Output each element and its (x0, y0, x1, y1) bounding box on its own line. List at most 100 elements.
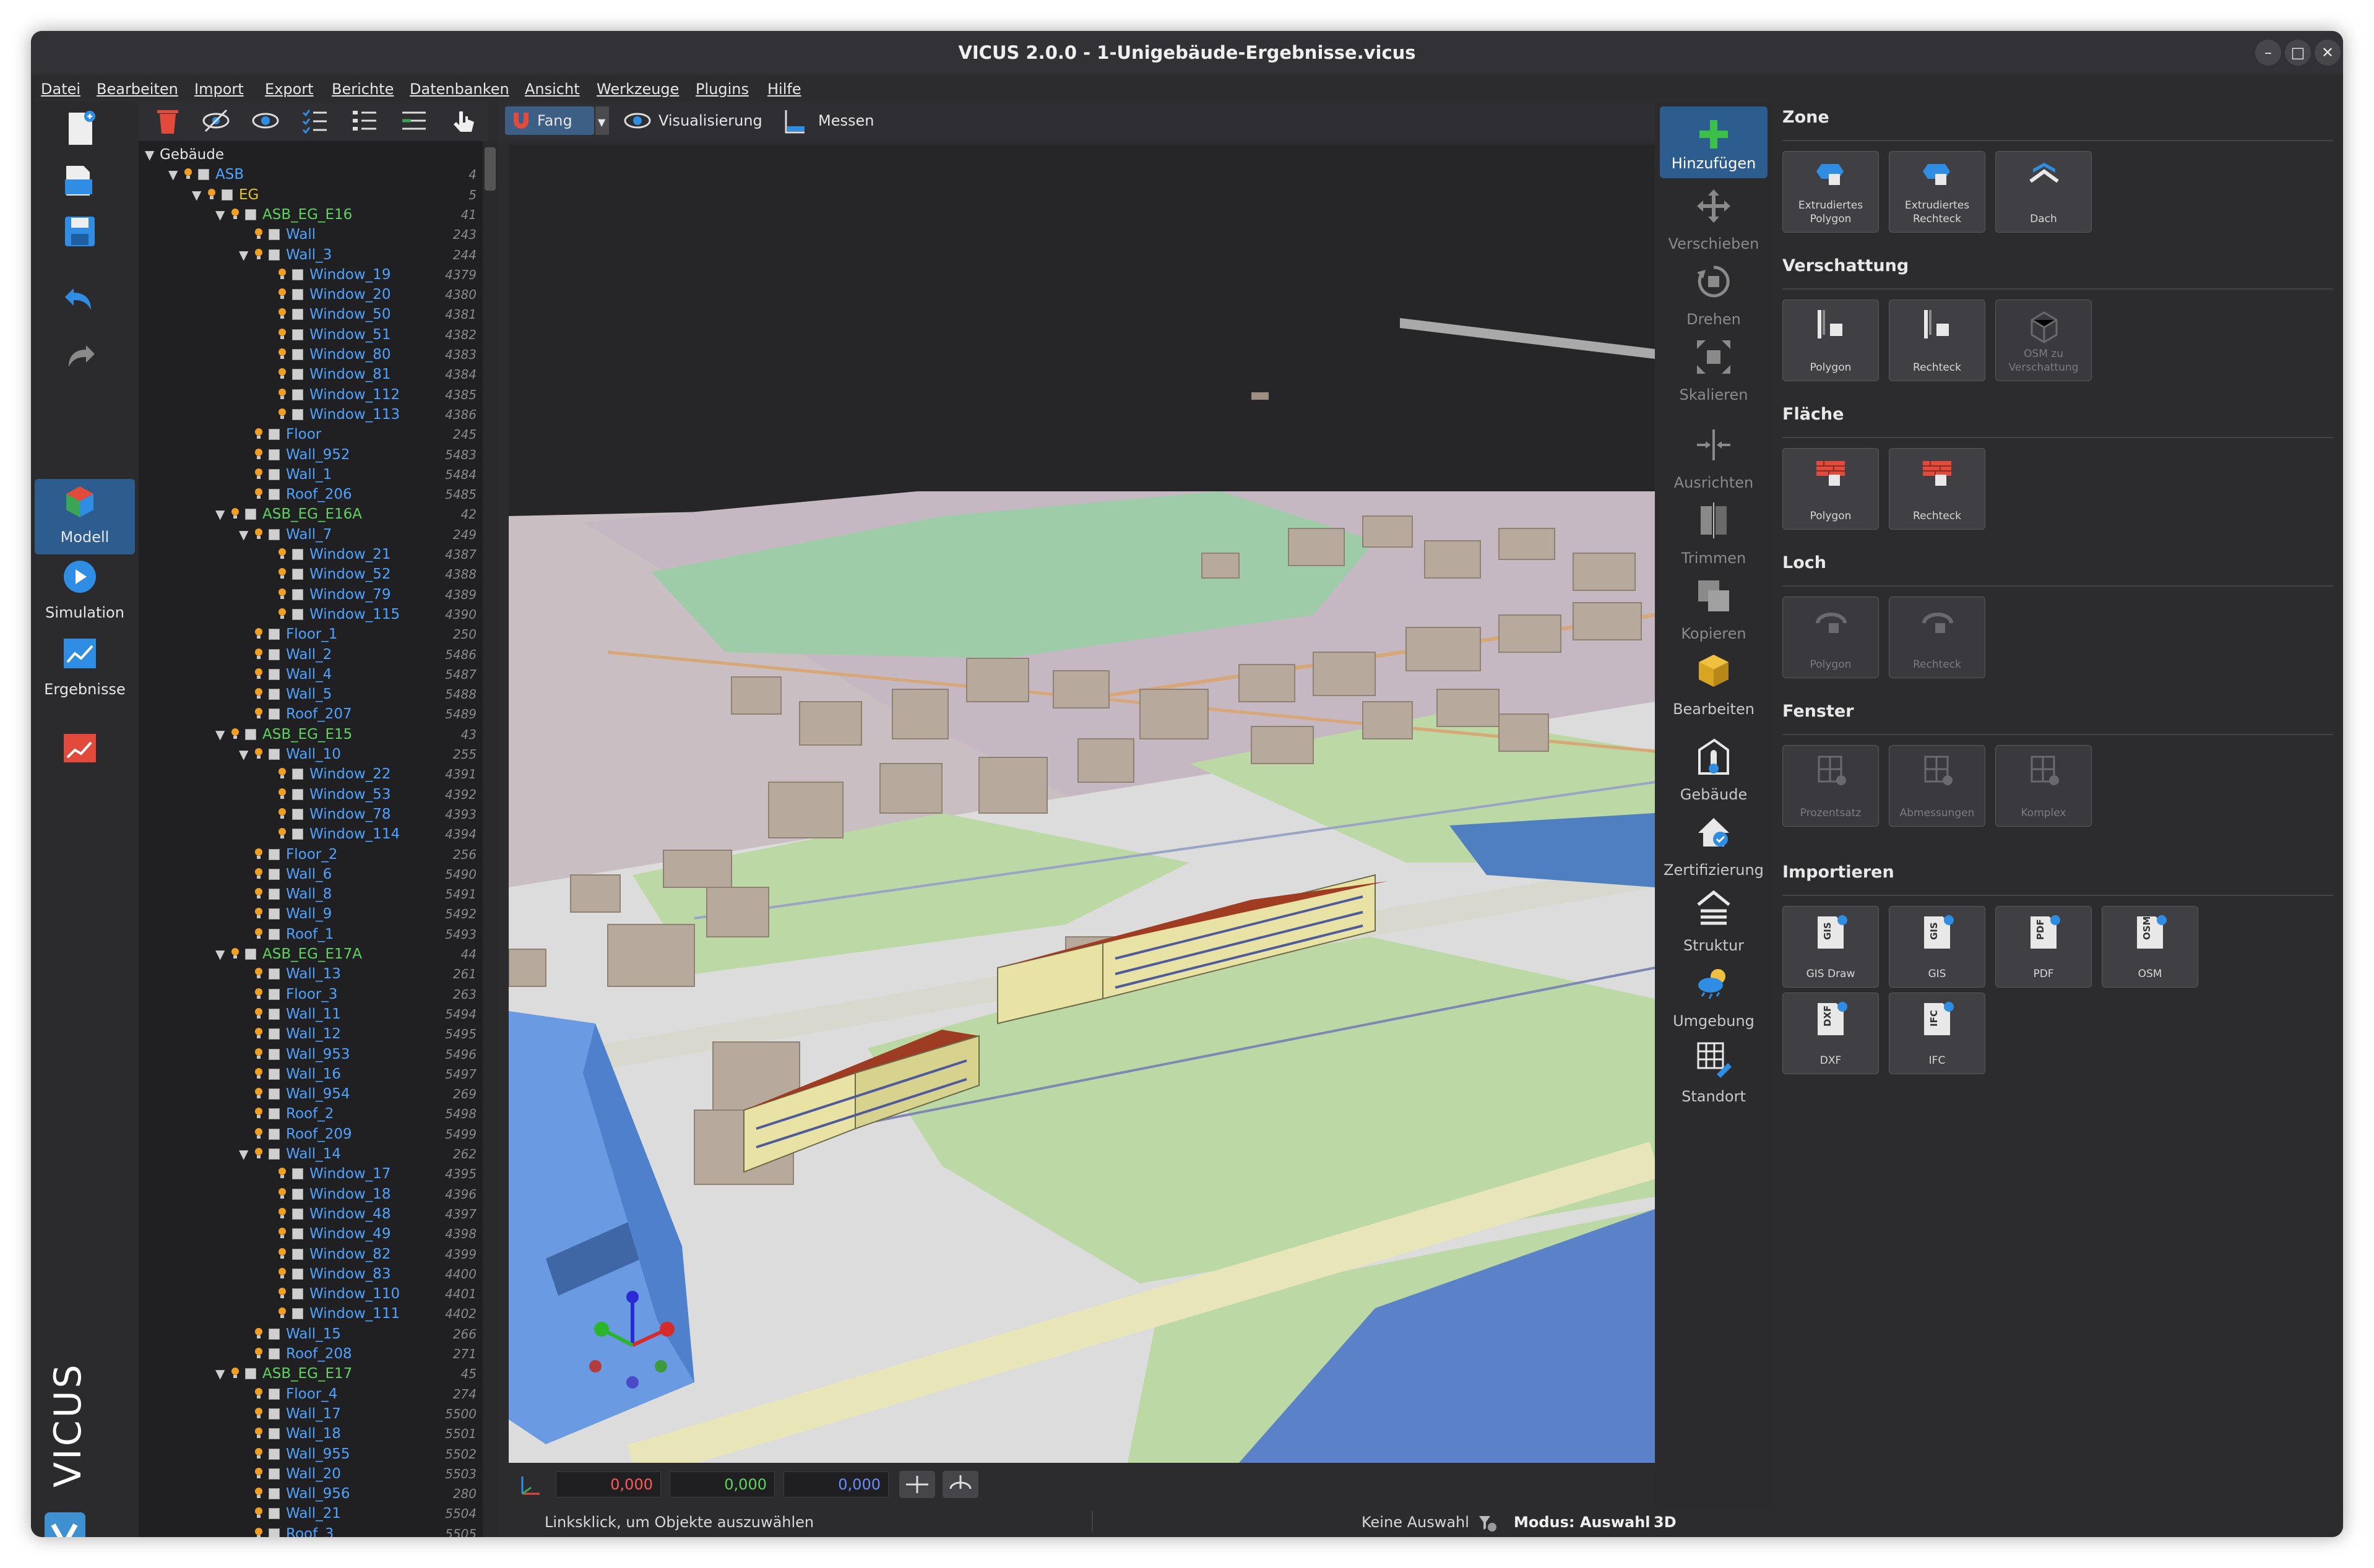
tree-item[interactable]: Wall_954 269 (139, 1084, 477, 1104)
visibility-bulb-icon[interactable] (254, 1087, 264, 1100)
tree-item[interactable]: Window_82 4399 (139, 1244, 477, 1264)
expand-arrow-icon[interactable]: ▼ (215, 944, 228, 964)
tree-item[interactable]: Window_49 4398 (139, 1224, 477, 1244)
visibility-bulb-icon[interactable] (254, 907, 264, 920)
visibility-bulb-icon[interactable] (277, 1207, 287, 1220)
expand-arrow-icon[interactable]: ▼ (215, 1364, 228, 1384)
visibility-bulb-icon[interactable] (277, 827, 287, 840)
snap-options-dropdown[interactable]: ▼ (595, 106, 609, 135)
tree-item[interactable]: ▼ ASB 4 (139, 165, 477, 184)
tree-item[interactable]: ▼ ASB_EG_E17 45 (139, 1364, 477, 1384)
selection-filter-icon[interactable] (1477, 1512, 1498, 1533)
menu-plugins[interactable]: Plugins (696, 80, 749, 98)
tree-item[interactable]: Roof_208 271 (139, 1344, 477, 1364)
report-icon[interactable] (60, 728, 100, 767)
expand-arrow-icon[interactable]: ▼ (215, 725, 228, 744)
tool-button[interactable]: PDF PDF (1995, 906, 2092, 988)
snap-toggle[interactable]: Fang (505, 106, 594, 135)
tree-item[interactable]: Wall_11 5494 (139, 1004, 477, 1024)
tool-button[interactable]: Polygon (1782, 299, 1879, 381)
visibility-bulb-icon[interactable] (254, 1427, 264, 1439)
tool-button[interactable]: Extrudiertes Rechteck (1889, 151, 1985, 233)
tree-item[interactable]: Floor_3 263 (139, 984, 477, 1004)
show-icon[interactable] (250, 105, 281, 136)
tree-item[interactable]: Window_113 4386 (139, 405, 477, 424)
visibility-bulb-icon[interactable] (254, 928, 264, 940)
visibility-bulb-icon[interactable] (277, 608, 287, 620)
visibility-bulb-icon[interactable] (207, 188, 217, 200)
simulation-icon[interactable] (60, 557, 100, 597)
tree-item[interactable]: Floor_1 250 (139, 624, 477, 644)
tree-item[interactable]: Window_21 4387 (139, 545, 477, 564)
tool-button[interactable]: Polygon (1782, 597, 1879, 678)
structure-icon[interactable] (1693, 887, 1734, 928)
visibility-bulb-icon[interactable] (277, 548, 287, 560)
expand-arrow-icon[interactable]: ▼ (145, 145, 157, 165)
visibility-bulb-icon[interactable] (230, 1367, 240, 1379)
visibility-bulb-icon[interactable] (230, 208, 240, 220)
visibility-bulb-icon[interactable] (254, 1527, 264, 1537)
save-icon[interactable] (60, 212, 100, 251)
tree-item[interactable]: Window_110 4401 (139, 1284, 477, 1304)
tree-item[interactable]: Wall_955 5502 (139, 1444, 477, 1464)
tree-item[interactable]: Wall_8 5491 (139, 884, 477, 904)
tree-item[interactable]: Window_80 4383 (139, 345, 477, 364)
tree-item[interactable]: Wall_17 5500 (139, 1404, 477, 1424)
menu-bearbeiten[interactable]: Bearbeiten (97, 80, 178, 98)
tree-item[interactable]: ▼ ASB_EG_E17A 44 (139, 944, 477, 964)
visibility-bulb-icon[interactable] (277, 767, 287, 780)
location-grid-icon[interactable] (1693, 1038, 1734, 1079)
tree-item[interactable]: Wall_13 261 (139, 964, 477, 984)
tool-button[interactable]: OSM OSM (2102, 906, 2198, 988)
visibility-bulb-icon[interactable] (254, 1387, 264, 1400)
expand-arrow-icon[interactable]: ▼ (192, 185, 204, 205)
expand-arrow-icon[interactable]: ▼ (239, 245, 251, 265)
visibility-bulb-icon[interactable] (277, 788, 287, 800)
menu-berichte[interactable]: Berichte (332, 80, 394, 98)
visibility-bulb-icon[interactable] (230, 507, 240, 520)
visibility-bulb-icon[interactable] (254, 648, 264, 660)
visualization-toggle[interactable]: Visualisierung (620, 106, 762, 135)
visibility-bulb-icon[interactable] (277, 1247, 287, 1260)
tree-item[interactable]: Window_51 4382 (139, 325, 477, 345)
expand-arrow-icon[interactable]: ▼ (239, 525, 251, 545)
tool-button[interactable]: GIS GIS Draw (1782, 906, 1879, 988)
tree-item[interactable]: Window_52 4388 (139, 564, 477, 584)
tool-button[interactable]: OSM zu Verschattung (1995, 299, 2092, 381)
undo-icon[interactable] (60, 280, 100, 319)
visibility-bulb-icon[interactable] (230, 947, 240, 960)
visibility-bulb-icon[interactable] (254, 668, 264, 680)
tree-item[interactable]: Window_78 4393 (139, 804, 477, 824)
tree-item[interactable]: Window_17 4395 (139, 1164, 477, 1184)
visibility-bulb-icon[interactable] (277, 1167, 287, 1179)
tree-item[interactable]: Window_18 4396 (139, 1184, 477, 1204)
tree-item[interactable]: Window_22 4391 (139, 764, 477, 784)
select-all-icon[interactable] (300, 105, 330, 136)
visibility-bulb-icon[interactable] (254, 1007, 264, 1020)
tree-item[interactable]: Roof_1 5493 (139, 924, 477, 944)
visibility-bulb-icon[interactable] (254, 428, 264, 440)
coord-x-field[interactable]: 0,000 (556, 1471, 661, 1497)
tree-item[interactable]: Wall_16 5497 (139, 1064, 477, 1084)
tool-button[interactable]: Polygon (1782, 448, 1879, 530)
tool-button[interactable]: Rechteck (1889, 448, 1985, 530)
tool-button[interactable]: DXF DXF (1782, 993, 1879, 1074)
tree-item[interactable]: Roof_3 5505 (139, 1524, 477, 1537)
tree-item[interactable]: Roof_2 5498 (139, 1104, 477, 1124)
tree-item[interactable]: Roof_206 5485 (139, 485, 477, 504)
visibility-bulb-icon[interactable] (254, 528, 264, 540)
tree-item[interactable]: Roof_207 5489 (139, 704, 477, 724)
open-file-icon[interactable] (60, 161, 100, 200)
tree-item[interactable]: Window_83 4400 (139, 1264, 477, 1284)
tree-item[interactable]: Wall_21 5504 (139, 1504, 477, 1523)
results-chart-icon[interactable] (60, 634, 100, 673)
tree-item[interactable]: Wall_2 5486 (139, 645, 477, 665)
visibility-bulb-icon[interactable] (277, 1287, 287, 1299)
visibility-bulb-icon[interactable] (254, 248, 264, 261)
visibility-bulb-icon[interactable] (254, 1107, 264, 1119)
expand-arrow-icon[interactable]: ▼ (215, 205, 228, 225)
tree-item[interactable]: Wall_12 5495 (139, 1024, 477, 1044)
tree-item[interactable]: Window_53 4392 (139, 785, 477, 804)
tree-scrollbar[interactable] (483, 141, 498, 1537)
tree-item[interactable]: Wall_1 5484 (139, 465, 477, 485)
